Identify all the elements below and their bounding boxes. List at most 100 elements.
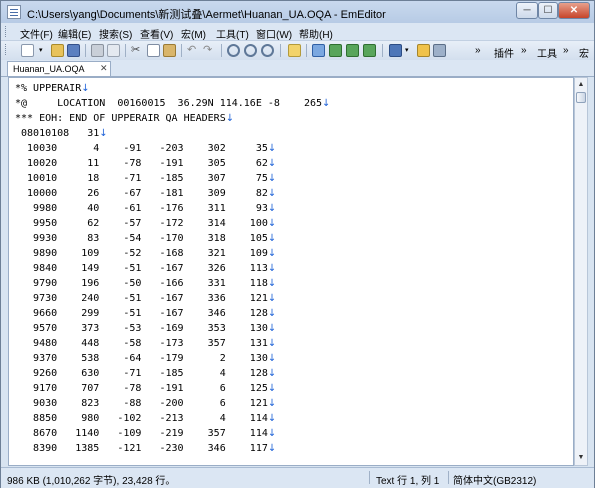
encoding-status[interactable]: 简体中文(GB2312) (453, 472, 536, 487)
text-editor[interactable]: *% UPPERAIR↓ *@ LOCATION 00160015 36.29N… (8, 77, 574, 466)
find-next-icon[interactable] (261, 44, 274, 57)
text-line: *@ LOCATION 00160015 36.29N 114.16E -8 2… (15, 98, 331, 109)
newline-mark-icon: ↓ (267, 443, 277, 454)
newline-mark-icon: ↓ (267, 248, 277, 259)
close-tab-icon[interactable]: ✕ (100, 63, 108, 74)
menu-grip[interactable] (5, 26, 9, 37)
scrollbar-thumb[interactable] (576, 92, 586, 103)
wrap-none-icon[interactable] (312, 44, 325, 57)
newline-mark-icon: ↓ (267, 353, 277, 364)
newline-mark-icon: ↓ (267, 293, 277, 304)
undo-icon[interactable]: ↶ (187, 44, 200, 57)
find-previous-icon[interactable] (244, 44, 257, 57)
close-button[interactable]: ✕ (558, 2, 590, 19)
text-line: 8670 1140 -109 -219 357 114↓ (15, 428, 277, 439)
app-icon (7, 5, 21, 19)
tab-huanan-ua-oqa[interactable]: Huanan_UA.OQA ✕ (7, 61, 111, 76)
newline-mark-icon: ↓ (267, 218, 277, 229)
highlight-search-icon[interactable] (288, 44, 301, 57)
toolbar-separator (306, 44, 307, 57)
macro-toolbar-label[interactable]: 宏 (579, 45, 589, 60)
newline-mark-icon: ↓ (267, 263, 277, 274)
maximize-button[interactable]: ☐ (538, 2, 558, 19)
cut-icon[interactable]: ✂ (131, 44, 144, 57)
menu-window[interactable]: 窗口(W) (256, 26, 292, 41)
customize-icon[interactable] (433, 44, 446, 57)
text-line: 9890 109 -52 -168 321 109↓ (15, 248, 277, 259)
toolbar-separator (125, 44, 126, 57)
text-line: 9570 373 -53 -169 353 130↓ (15, 323, 277, 334)
newline-mark-icon: ↓ (267, 323, 277, 334)
text-line: 10030 4 -91 -203 302 35↓ (15, 143, 277, 154)
newline-mark-icon: ↓ (267, 413, 277, 424)
newline-mark-icon: ↓ (267, 338, 277, 349)
newline-mark-icon: ↓ (267, 233, 277, 244)
cursor-position-status[interactable]: Text 行 1, 列 1 (376, 472, 439, 487)
newline-mark-icon: ↓ (267, 308, 277, 319)
menu-view[interactable]: 查看(V) (140, 26, 173, 41)
newline-mark-icon: ↓ (81, 83, 90, 94)
newline-mark-icon: ↓ (99, 128, 108, 139)
text-line: 9260 630 -71 -185 4 128↓ (15, 368, 277, 379)
minimize-button[interactable]: ─ (516, 2, 538, 19)
tools-toolbar-label[interactable]: 工具 (537, 45, 557, 60)
save-icon[interactable] (67, 44, 80, 57)
menu-macro[interactable]: 宏(M) (181, 26, 206, 41)
text-line: 9730 240 -51 -167 336 121↓ (15, 293, 277, 304)
menu-edit[interactable]: 编辑(E) (58, 26, 91, 41)
redo-icon[interactable]: ↷ (203, 44, 216, 57)
scroll-down-icon[interactable]: ▼ (576, 452, 586, 464)
newline-mark-icon: ↓ (267, 398, 277, 409)
main-toolbar: ▾ ✂ ↶ ↷ ▾ » 插件 » 工具 » 宏 (1, 40, 594, 60)
text-line: *% UPPERAIR↓ (15, 83, 90, 94)
text-line: *** EOH: END OF UPPERAIR QA HEADERS↓ (15, 113, 235, 124)
text-line: 9950 62 -57 -172 314 100↓ (15, 218, 277, 229)
newline-mark-icon: ↓ (267, 368, 277, 379)
toolbar-separator (221, 44, 222, 57)
text-line: 9790 196 -50 -166 331 118↓ (15, 278, 277, 289)
open-folder-icon[interactable] (51, 44, 64, 57)
menu-bar: 文件(F) 编辑(E) 搜索(S) 查看(V) 宏(M) 工具(T) 窗口(W)… (1, 23, 594, 41)
properties-icon[interactable] (417, 44, 430, 57)
title-bar[interactable]: C:\Users\yang\Documents\新测试叠\Aermet\Huan… (1, 1, 594, 23)
toolbar-more-icon[interactable]: » (475, 45, 481, 56)
new-dropdown-icon[interactable]: ▾ (39, 44, 45, 57)
newline-mark-icon: ↓ (267, 143, 277, 154)
print-icon[interactable] (91, 44, 104, 57)
copy-icon[interactable] (147, 44, 160, 57)
menu-file[interactable]: 文件(F) (20, 26, 53, 41)
editor-window: C:\Users\yang\Documents\新测试叠\Aermet\Huan… (0, 0, 595, 488)
newline-mark-icon: ↓ (267, 203, 277, 214)
wrap-by-page-icon[interactable] (363, 44, 376, 57)
newline-mark-icon: ↓ (225, 113, 235, 124)
toolbar-separator (280, 44, 281, 57)
menu-tools[interactable]: 工具(T) (216, 26, 249, 41)
configuration-dropdown-icon[interactable]: ▾ (405, 44, 411, 57)
text-line: 9480 448 -58 -173 357 131↓ (15, 338, 277, 349)
menu-help[interactable]: 帮助(H) (299, 26, 333, 41)
text-line: 9980 40 -61 -176 311 93↓ (15, 203, 277, 214)
newline-mark-icon: ↓ (267, 428, 277, 439)
plugins-toolbar-label[interactable]: 插件 (494, 45, 514, 60)
newline-mark-icon: ↓ (267, 173, 277, 184)
new-file-icon[interactable] (21, 44, 34, 57)
wrap-by-window-icon[interactable] (346, 44, 359, 57)
vertical-scrollbar[interactable]: ▲ ▼ (574, 77, 588, 466)
menu-search[interactable]: 搜索(S) (99, 26, 132, 41)
configuration-icon[interactable] (389, 44, 402, 57)
newline-mark-icon: ↓ (267, 278, 277, 289)
paste-icon[interactable] (163, 44, 176, 57)
toolbar-separator (181, 44, 182, 57)
text-line: 8850 980 -102 -213 4 114↓ (15, 413, 277, 424)
toolbar-grip[interactable] (5, 44, 9, 55)
text-line: 10020 11 -78 -191 305 62↓ (15, 158, 277, 169)
wrap-by-chars-icon[interactable] (329, 44, 342, 57)
toolbar-more-icon[interactable]: » (521, 45, 527, 56)
print-preview-icon[interactable] (107, 44, 120, 57)
find-icon[interactable] (227, 44, 240, 57)
scroll-up-icon[interactable]: ▲ (576, 79, 586, 91)
toolbar-more-icon[interactable]: » (563, 45, 569, 56)
tab-bar: Huanan_UA.OQA ✕ (1, 60, 594, 77)
newline-mark-icon: ↓ (267, 158, 277, 169)
text-line: 9170 707 -78 -191 6 125↓ (15, 383, 277, 394)
